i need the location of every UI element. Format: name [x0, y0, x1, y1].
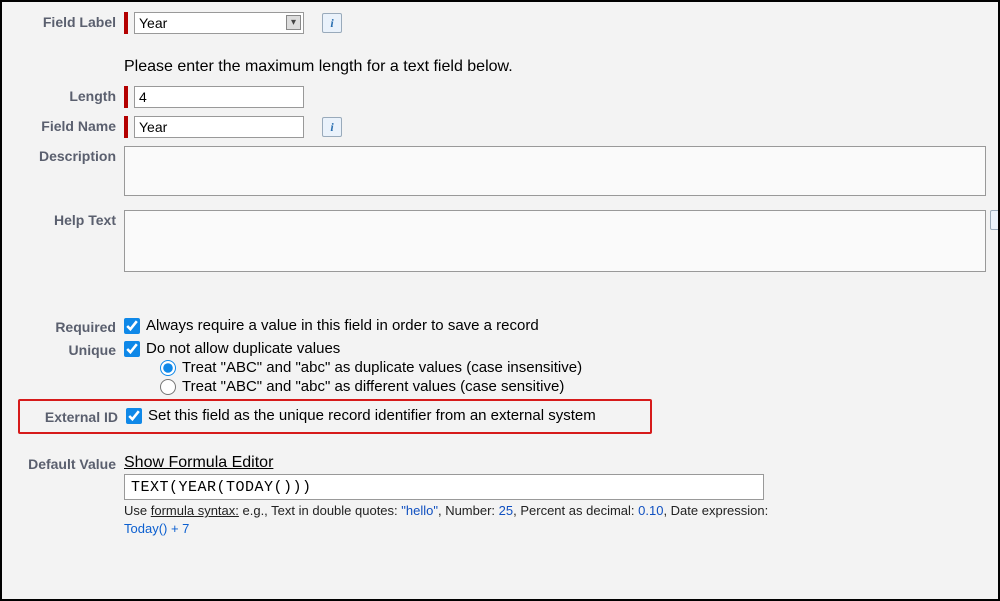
row-field-name: Field Name i — [2, 116, 998, 138]
case-sensitive-radio[interactable] — [160, 379, 176, 395]
external-id-checkbox[interactable] — [126, 408, 142, 424]
default-value-input[interactable] — [124, 474, 764, 500]
case-sensitive-radio-line[interactable]: Treat "ABC" and "abc" as different value… — [160, 378, 986, 395]
label-field-label: Field Label — [2, 12, 124, 84]
label-external-id: External ID — [20, 407, 126, 426]
case-insensitive-label: Treat "ABC" and "abc" as duplicate value… — [182, 359, 582, 376]
required-indicator — [124, 12, 128, 34]
required-indicator — [124, 116, 128, 138]
label-length: Length — [2, 86, 124, 108]
row-required: Required Always require a value in this … — [2, 317, 998, 336]
case-sensitive-label: Treat "ABC" and "abc" as different value… — [182, 378, 564, 395]
length-instruction: Please enter the maximum length for a te… — [124, 58, 986, 76]
label-required: Required — [2, 317, 124, 336]
formula-syntax-help: Use formula syntax: e.g., Text in double… — [124, 502, 986, 537]
show-formula-editor-link[interactable]: Show Formula Editor — [124, 454, 986, 472]
row-field-label: Field Label ▾ i Please enter the maximum… — [2, 12, 998, 84]
info-icon[interactable]: i — [322, 13, 342, 33]
case-insensitive-radio-line[interactable]: Treat "ABC" and "abc" as duplicate value… — [160, 359, 986, 376]
field-name-input[interactable] — [134, 116, 304, 138]
case-insensitive-radio[interactable] — [160, 360, 176, 376]
label-unique: Unique — [2, 340, 124, 397]
description-textarea[interactable] — [124, 146, 986, 196]
label-default-value: Default Value — [2, 454, 124, 537]
date-expression-example-link[interactable]: Today() + 7 — [124, 521, 189, 536]
external-id-checkbox-label: Set this field as the unique record iden… — [148, 407, 596, 424]
required-checkbox-line[interactable]: Always require a value in this field in … — [124, 317, 986, 334]
required-indicator — [124, 86, 128, 108]
row-unique: Unique Do not allow duplicate values Tre… — [2, 340, 998, 397]
unique-checkbox[interactable] — [124, 341, 140, 357]
info-icon[interactable]: i — [322, 117, 342, 137]
field-label-input[interactable] — [134, 12, 304, 34]
info-icon[interactable]: i — [990, 210, 1000, 230]
form-panel: Field Label ▾ i Please enter the maximum… — [0, 0, 1000, 601]
row-length: Length — [2, 86, 998, 108]
length-input[interactable] — [134, 86, 304, 108]
unique-checkbox-label: Do not allow duplicate values — [146, 340, 340, 357]
autofill-icon[interactable]: ▾ — [286, 15, 301, 30]
label-field-name: Field Name — [2, 116, 124, 138]
row-default-value: Default Value Show Formula Editor Use fo… — [2, 454, 998, 537]
help-text-textarea[interactable] — [124, 210, 986, 272]
row-help-text: Help Text i — [2, 210, 998, 275]
label-description: Description — [2, 146, 124, 196]
row-description: Description — [2, 146, 998, 196]
external-id-highlight: External ID Set this field as the unique… — [18, 399, 652, 434]
required-checkbox-label: Always require a value in this field in … — [146, 317, 539, 334]
required-checkbox[interactable] — [124, 318, 140, 334]
label-help-text: Help Text — [2, 210, 124, 275]
external-id-checkbox-line[interactable]: Set this field as the unique record iden… — [126, 407, 638, 424]
unique-checkbox-line[interactable]: Do not allow duplicate values — [124, 340, 986, 357]
